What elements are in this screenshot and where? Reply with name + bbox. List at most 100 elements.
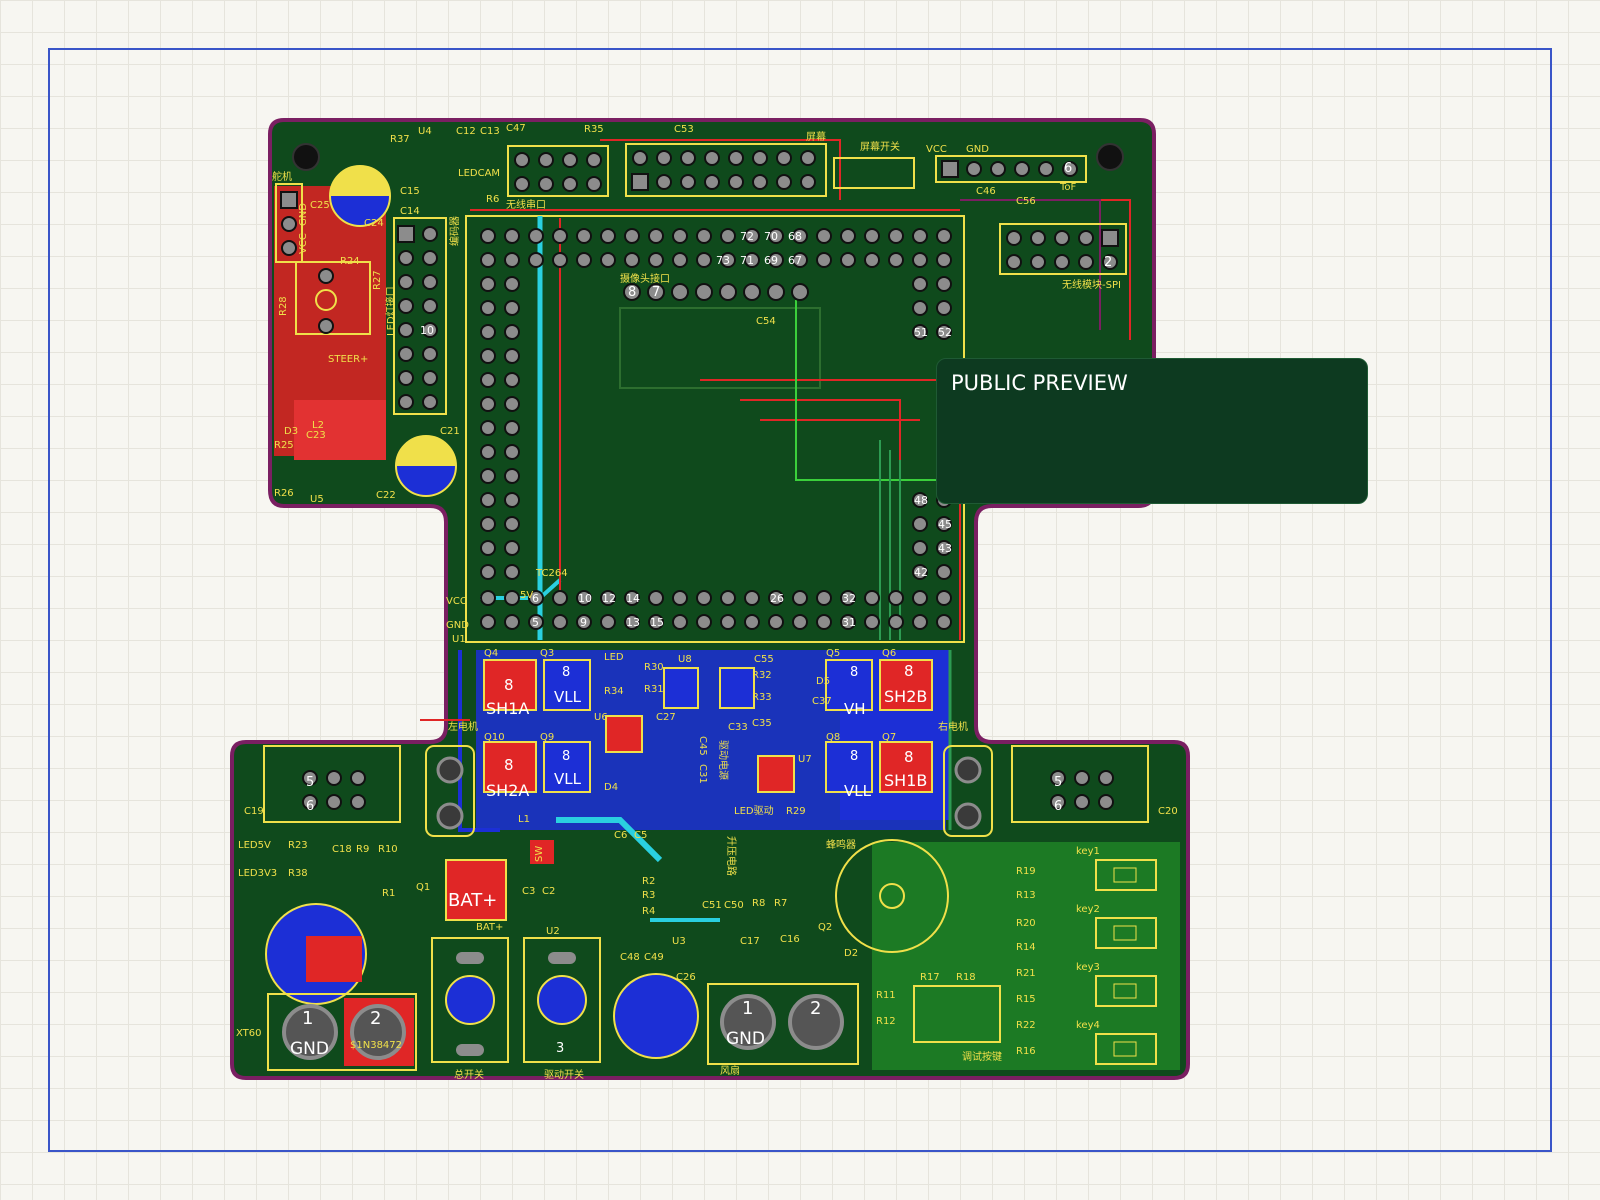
svg-text:C2: C2 xyxy=(542,886,555,897)
svg-text:6: 6 xyxy=(1054,799,1062,814)
svg-text:C33: C33 xyxy=(728,722,748,733)
svg-text:Q8: Q8 xyxy=(826,732,840,743)
svg-text:52: 52 xyxy=(938,326,952,339)
svg-text:LEDCAM: LEDCAM xyxy=(458,168,500,179)
svg-text:SH2A: SH2A xyxy=(486,781,529,800)
svg-text:编码器: 编码器 xyxy=(448,216,461,246)
svg-text:7: 7 xyxy=(652,285,660,300)
terminal-pin xyxy=(436,756,464,784)
svg-text:C48: C48 xyxy=(620,952,640,963)
svg-text:R11: R11 xyxy=(876,990,896,1001)
svg-text:R35: R35 xyxy=(584,124,604,135)
svg-text:屏幕: 屏幕 xyxy=(806,130,826,143)
svg-text:SW: SW xyxy=(534,846,545,862)
svg-text:13: 13 xyxy=(626,616,640,629)
svg-text:左电机: 左电机 xyxy=(448,720,478,733)
svg-text:R7: R7 xyxy=(774,898,787,909)
switch-slot xyxy=(548,952,576,964)
switch-slot xyxy=(456,952,484,964)
svg-text:R24: R24 xyxy=(340,256,360,267)
svg-text:R10: R10 xyxy=(378,844,398,855)
svg-text:SH1B: SH1B xyxy=(884,771,927,790)
svg-text:风扇: 风扇 xyxy=(720,1064,740,1077)
svg-text:C26: C26 xyxy=(676,972,696,983)
svg-text:71: 71 xyxy=(740,254,754,267)
svg-text:R2: R2 xyxy=(642,876,655,887)
svg-text:2: 2 xyxy=(1104,255,1112,270)
svg-text:48: 48 xyxy=(914,494,928,507)
svg-text:C3: C3 xyxy=(522,886,535,897)
svg-text:8: 8 xyxy=(850,749,858,764)
svg-text:C5: C5 xyxy=(634,830,647,841)
pot-pin xyxy=(318,268,334,284)
svg-text:R22: R22 xyxy=(1016,1020,1036,1031)
mcu-ref: U1 xyxy=(452,634,466,645)
switch-knob xyxy=(445,975,495,1025)
svg-text:3: 3 xyxy=(556,1041,564,1056)
svg-text:$1N38472: $1N38472 xyxy=(350,1040,402,1051)
svg-text:R31: R31 xyxy=(644,684,664,695)
svg-text:VCC: VCC xyxy=(298,233,309,254)
svg-text:Q1: Q1 xyxy=(416,882,430,893)
svg-text:C18: C18 xyxy=(332,844,352,855)
svg-text:R21: R21 xyxy=(1016,968,1036,979)
svg-text:右电机: 右电机 xyxy=(938,720,968,733)
svg-text:GND: GND xyxy=(726,1029,765,1049)
svg-text:总开关: 总开关 xyxy=(454,1068,484,1081)
svg-text:驱动电源: 驱动电源 xyxy=(717,740,730,780)
svg-text:C55: C55 xyxy=(754,654,774,665)
pcb-board[interactable]: TC264 VCC GND 5V U1 摄像头接口 72 70 68 73 71… xyxy=(0,0,1600,1200)
svg-text:15: 15 xyxy=(650,616,664,629)
svg-text:C50: C50 xyxy=(724,900,744,911)
svg-text:31: 31 xyxy=(842,616,856,629)
svg-text:45: 45 xyxy=(938,518,952,531)
svg-text:8: 8 xyxy=(562,749,570,764)
svg-text:C27: C27 xyxy=(656,712,676,723)
svg-text:key4: key4 xyxy=(1076,1020,1100,1031)
svg-text:BAT+: BAT+ xyxy=(476,922,503,933)
svg-text:key1: key1 xyxy=(1076,846,1100,857)
mcu-name: TC264 xyxy=(535,568,568,579)
terminal-pin xyxy=(954,802,982,830)
svg-text:U4: U4 xyxy=(418,126,432,137)
svg-text:10: 10 xyxy=(420,324,434,337)
svg-text:72: 72 xyxy=(740,230,754,243)
svg-text:9: 9 xyxy=(580,616,587,629)
overlay-title: PUBLIC PREVIEW xyxy=(951,371,1128,395)
svg-text:R8: R8 xyxy=(752,898,765,909)
svg-text:C22: C22 xyxy=(376,490,396,501)
svg-text:43: 43 xyxy=(938,542,952,555)
svg-text:C16: C16 xyxy=(780,934,800,945)
servo-pins xyxy=(280,191,298,256)
pot-pin xyxy=(318,318,334,334)
svg-text:C19: C19 xyxy=(244,806,264,817)
terminal-pin xyxy=(954,756,982,784)
svg-text:C45: C45 xyxy=(697,736,708,756)
svg-text:42: 42 xyxy=(914,566,928,579)
mcu-gnd: GND xyxy=(446,620,469,631)
terminal-pin xyxy=(436,802,464,830)
u8-ic xyxy=(719,667,755,709)
svg-text:VLL: VLL xyxy=(554,688,582,706)
svg-text:C23: C23 xyxy=(306,430,326,441)
svg-text:屏幕开关: 屏幕开关 xyxy=(860,140,900,153)
svg-text:C46: C46 xyxy=(976,186,996,197)
svg-text:舵机: 舵机 xyxy=(272,170,292,183)
svg-text:6: 6 xyxy=(306,799,314,814)
svg-text:5: 5 xyxy=(306,775,314,790)
switch-slot xyxy=(456,1044,484,1056)
svg-text:14: 14 xyxy=(626,592,640,605)
svg-text:Q10: Q10 xyxy=(484,732,505,743)
svg-text:8: 8 xyxy=(504,676,514,694)
camera-header-label: 摄像头接口 xyxy=(620,272,670,285)
svg-text:R32: R32 xyxy=(752,670,772,681)
svg-text:12: 12 xyxy=(602,592,616,605)
svg-text:C17: C17 xyxy=(740,936,760,947)
svg-text:R30: R30 xyxy=(644,662,664,673)
svg-text:LED灯接口: LED灯接口 xyxy=(384,286,397,336)
svg-text:C13: C13 xyxy=(480,126,500,137)
svg-text:8: 8 xyxy=(904,662,914,680)
svg-text:L1: L1 xyxy=(518,814,530,825)
svg-text:C24: C24 xyxy=(364,218,384,229)
svg-text:调试按键: 调试按键 xyxy=(962,1050,1002,1063)
